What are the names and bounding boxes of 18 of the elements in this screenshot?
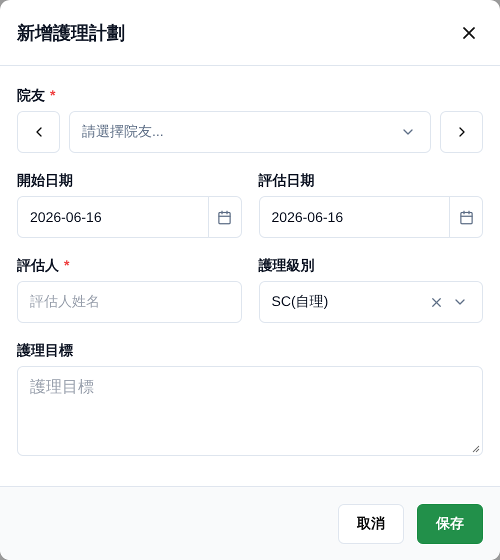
save-button[interactable]: 保存 (417, 504, 483, 544)
date-field[interactable]: 2026-06-16 (17, 196, 242, 238)
resize-handle-icon[interactable] (472, 445, 480, 453)
field-label: 護理目標 (17, 341, 74, 359)
calendar-icon[interactable] (458, 210, 474, 224)
calendar-icon[interactable] (217, 210, 232, 224)
cancel-button[interactable]: 取消 (338, 504, 404, 544)
date-field[interactable]: 2026-06-16 (258, 196, 483, 238)
field-label: 評估日期 (258, 171, 316, 189)
field-label: 評估人 * (17, 256, 70, 274)
required-mark: * (64, 256, 70, 274)
level-select[interactable]: SC(自理) (258, 281, 483, 323)
field-label: 院友 * (17, 86, 56, 104)
field-label: 護理級別 (258, 256, 316, 274)
field-label: 開始日期 (17, 171, 74, 189)
dialog-title: 新增護理計劃 (17, 22, 125, 44)
required-mark: * (50, 86, 56, 104)
resident-select[interactable]: 請選擇院友... (69, 111, 431, 153)
